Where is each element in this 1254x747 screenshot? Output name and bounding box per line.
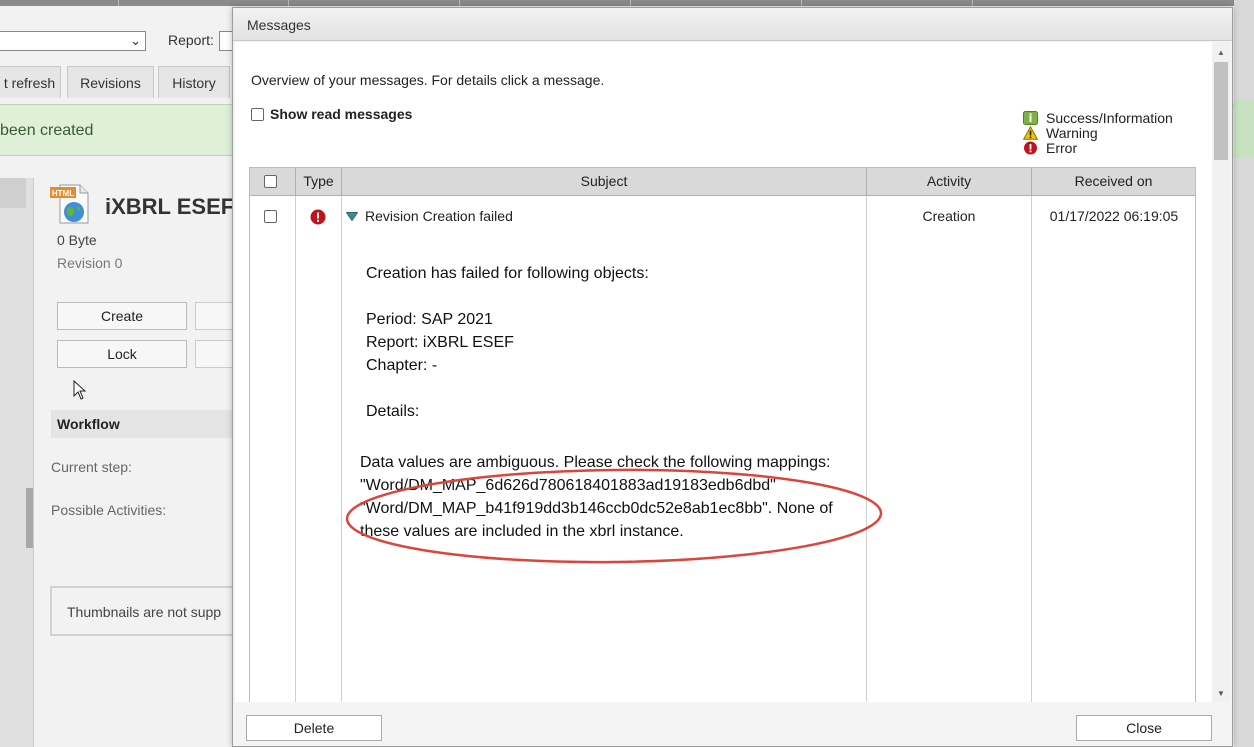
highlight-ellipse (345, 468, 883, 564)
tab-revisions[interactable]: Revisions (67, 66, 154, 98)
overview-text: Overview of your messages. For details c… (251, 72, 605, 88)
message-received-on: 01/17/2022 06:19:05 (1049, 208, 1179, 224)
vertical-scrollbar[interactable]: ▲ ▼ (1212, 42, 1230, 702)
file-icon-label: HTML (52, 189, 74, 198)
report-label: Report: (168, 32, 214, 48)
html-file-icon: HTML (50, 184, 89, 224)
expand-toggle-icon[interactable] (346, 212, 358, 221)
error-icon (310, 209, 326, 225)
detail-period: Period: SAP 2021 (366, 311, 493, 328)
file-title: iXBRL ESEF (105, 194, 235, 219)
scrollbar-thumb[interactable] (1214, 62, 1228, 160)
scroll-up-arrow-icon[interactable]: ▲ (1217, 48, 1225, 57)
top-tab-strip (0, 0, 1254, 6)
message-subject[interactable]: Revision Creation failed (365, 208, 513, 224)
legend-error: Error (1046, 140, 1078, 156)
file-size: 0 Byte (57, 232, 97, 248)
secondary-button[interactable] (195, 302, 235, 330)
tab-refresh[interactable]: t refresh (0, 66, 61, 98)
legend-warning: Warning (1046, 125, 1098, 141)
dialog-title: Messages (247, 17, 311, 33)
banner-text: been created (0, 122, 94, 139)
column-header-subject[interactable]: Subject (342, 168, 867, 196)
detail-failed: Creation has failed for following object… (366, 265, 649, 282)
select-all-checkbox[interactable] (264, 175, 277, 188)
detail-chapter: Chapter: - (366, 357, 438, 374)
dialog-body: Overview of your messages. For details c… (235, 42, 1212, 702)
table-header: Type Subject Activity Received on (250, 168, 1195, 196)
select-all-column (250, 168, 296, 196)
dialog-titlebar[interactable]: Messages (233, 8, 1232, 41)
revision-label: Revision 0 (57, 255, 123, 271)
detail-report: Report: iXBRL ESEF (366, 334, 514, 351)
show-read-messages-toggle[interactable]: Show read messages (251, 106, 412, 122)
column-header-received[interactable]: Received on (1032, 168, 1195, 196)
create-button[interactable]: Create (57, 302, 187, 330)
scroll-down-arrow-icon[interactable]: ▼ (1217, 689, 1225, 698)
messages-dialog: Messages Overview of your messages. For … (232, 7, 1233, 747)
info-icon (1023, 111, 1038, 125)
column-header-type[interactable]: Type (296, 168, 342, 196)
message-activity: Creation (922, 208, 976, 224)
error-icon (1024, 141, 1037, 155)
tab-history[interactable]: History (158, 66, 230, 98)
thumbnail-text: Thumbnails are not supp (67, 604, 222, 620)
message-type-legend: Success/Information Warning Error (1022, 110, 1173, 156)
warning-icon (1022, 125, 1039, 140)
splitter-handle[interactable] (26, 488, 33, 548)
message-details: Creation has failed for following object… (366, 262, 649, 423)
legend-success: Success/Information (1046, 110, 1173, 126)
left-panel-rail (0, 178, 34, 747)
workflow-header: Workflow (51, 410, 236, 438)
possible-activities-label: Possible Activities: (51, 502, 167, 518)
current-step-label: Current step: (51, 459, 132, 475)
close-button[interactable]: Close (1076, 715, 1212, 741)
detail-details-label: Details: (366, 403, 420, 420)
period-select[interactable]: ⌄ (0, 31, 146, 51)
mouse-cursor-icon (73, 380, 87, 400)
column-header-activity[interactable]: Activity (867, 168, 1032, 196)
delete-button[interactable]: Delete (246, 715, 382, 741)
row-checkbox[interactable] (264, 210, 277, 223)
chevron-down-icon: ⌄ (130, 33, 141, 48)
lock-button[interactable]: Lock (57, 340, 187, 368)
show-read-checkbox[interactable] (251, 108, 264, 121)
secondary-button[interactable] (195, 340, 235, 368)
right-edge-area (1234, 0, 1254, 747)
show-read-label: Show read messages (270, 106, 413, 122)
messages-table: Type Subject Activity Received on Revisi… (249, 167, 1196, 702)
